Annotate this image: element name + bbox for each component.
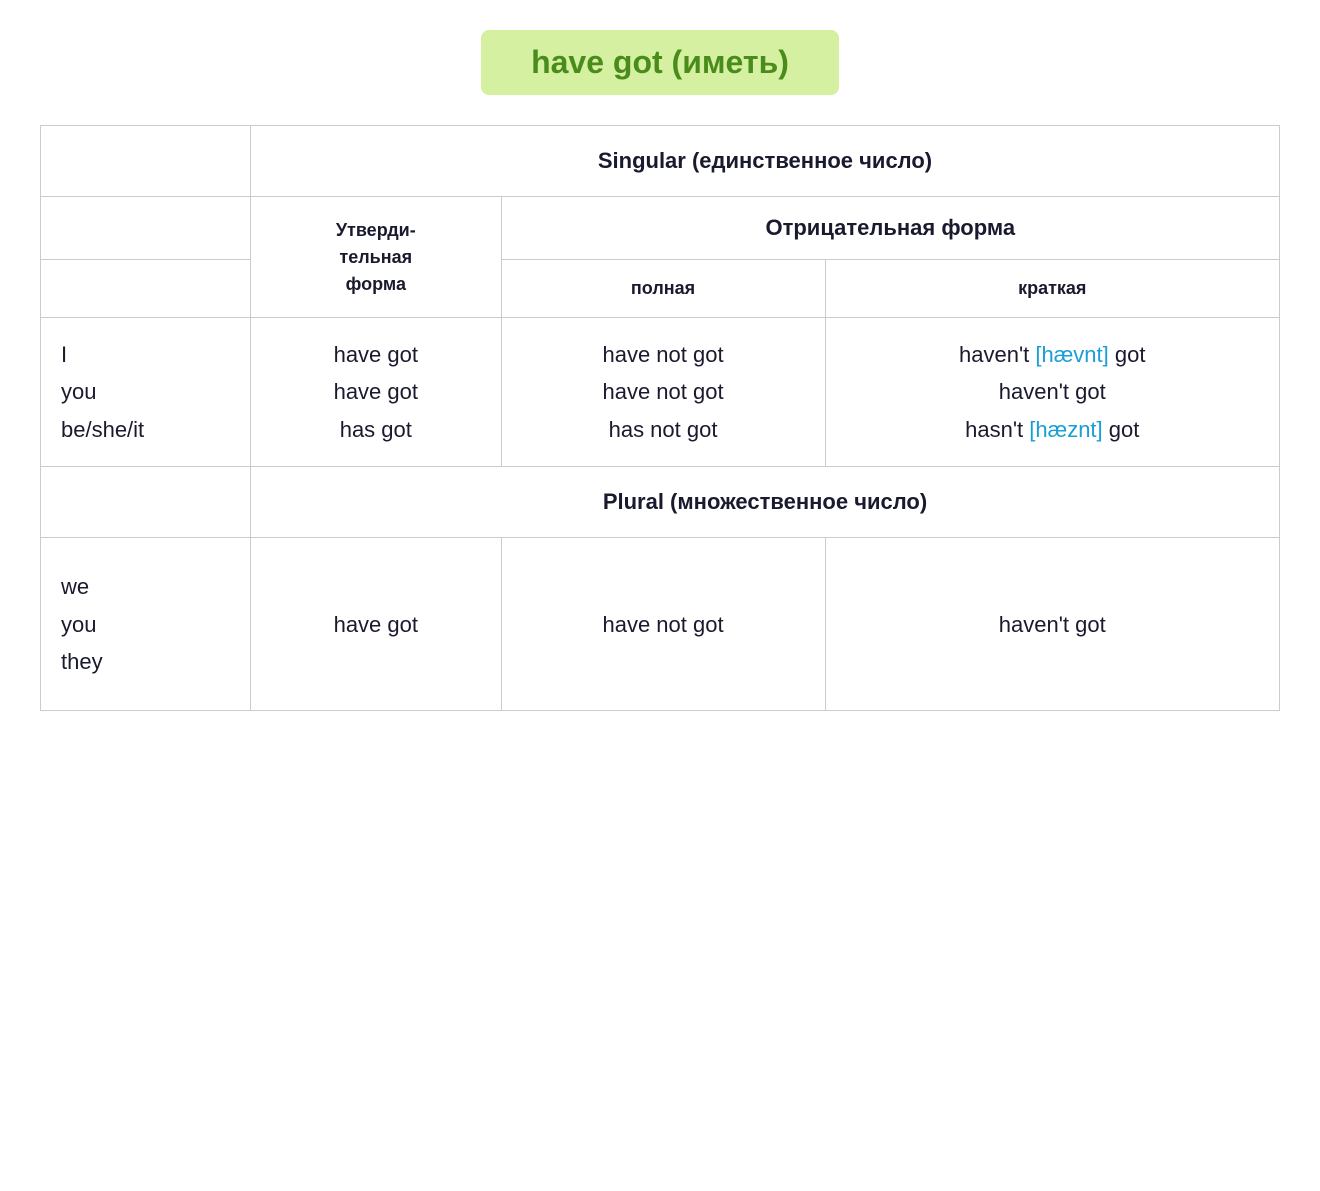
singular-header-row: Singular (единственное число) bbox=[41, 126, 1280, 197]
full-header: полная bbox=[501, 260, 825, 318]
pronoun-header-empty bbox=[41, 197, 251, 260]
sub-header-full-short-row: полная краткая bbox=[41, 260, 1280, 318]
plural-data-row: weyouthey have got have not got haven't … bbox=[41, 538, 1280, 711]
plural-header-cell: Plural (множественное число) bbox=[251, 467, 1280, 538]
sub-header-row: Утверди-тельнаяформа Отрицательная форма bbox=[41, 197, 1280, 260]
title-container: have got (иметь) bbox=[40, 30, 1280, 95]
plural-pronouns: weyouthey bbox=[41, 538, 251, 711]
singular-data-row: Iyoube/she/it have gothave gothas got ha… bbox=[41, 318, 1280, 467]
plural-negative-short: haven't got bbox=[825, 538, 1280, 711]
full-label: полная bbox=[522, 278, 805, 299]
singular-header-cell: Singular (единственное число) bbox=[251, 126, 1280, 197]
plural-affirmative: have got bbox=[251, 538, 502, 711]
plural-empty-cell bbox=[41, 467, 251, 538]
affirmative-header: Утверди-тельнаяформа bbox=[251, 197, 502, 318]
phonetic-haeznt: [hæznt] bbox=[1029, 417, 1102, 442]
singular-negative-full: have not gothave not gothas not got bbox=[501, 318, 825, 467]
plural-negative-full: have not got bbox=[501, 538, 825, 711]
short-header: краткая bbox=[825, 260, 1280, 318]
singular-empty-cell bbox=[41, 126, 251, 197]
phonetic-haevnt: [hævnt] bbox=[1035, 342, 1108, 367]
short-label: краткая bbox=[846, 278, 1260, 299]
pronoun-header-empty2 bbox=[41, 260, 251, 318]
plural-header-row: Plural (множественное число) bbox=[41, 467, 1280, 538]
singular-pronouns: Iyoube/she/it bbox=[41, 318, 251, 467]
singular-affirmative: have gothave gothas got bbox=[251, 318, 502, 467]
title-badge: have got (иметь) bbox=[481, 30, 839, 95]
singular-negative-short: haven't [hævnt] got haven't got hasn't [… bbox=[825, 318, 1280, 467]
page-wrapper: have got (иметь) Singular (единственное … bbox=[40, 30, 1280, 711]
negative-header: Отрицательная форма bbox=[501, 197, 1279, 260]
grammar-table: Singular (единственное число) Утверди-те… bbox=[40, 125, 1280, 711]
affirmative-label: Утверди-тельнаяформа bbox=[336, 220, 416, 294]
